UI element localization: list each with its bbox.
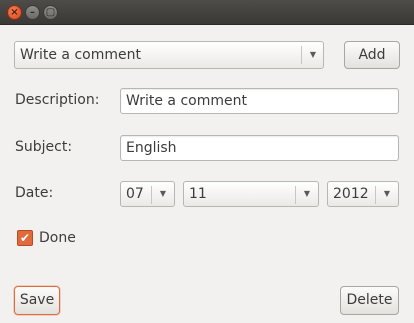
add-button[interactable]: Add — [344, 41, 400, 69]
date-label: Date: — [15, 185, 54, 201]
date-day-value: 07 — [126, 186, 144, 202]
subject-input[interactable]: English — [120, 135, 399, 161]
date-year-combo[interactable]: 2012 ▼ — [327, 181, 399, 207]
save-button[interactable]: Save — [14, 286, 60, 315]
combo-separator — [301, 46, 302, 64]
date-month-value: 11 — [189, 186, 207, 202]
chevron-down-icon: ▼ — [303, 189, 311, 198]
description-label: Description: — [15, 92, 100, 108]
description-input[interactable]: Write a comment — [120, 88, 399, 114]
subject-label: Subject: — [15, 139, 73, 155]
done-label[interactable]: Done — [39, 230, 76, 246]
date-year-value: 2012 — [333, 186, 369, 202]
description-value: Write a comment — [126, 93, 247, 109]
comment-combo-value: Write a comment — [20, 47, 141, 63]
combo-separator — [151, 186, 152, 204]
subject-value: English — [126, 140, 177, 156]
date-day-combo[interactable]: 07 ▼ — [120, 181, 175, 207]
combo-separator — [375, 186, 376, 204]
window-close-icon[interactable]: × — [7, 5, 22, 20]
window-minimize-icon[interactable]: – — [25, 5, 40, 20]
title-bar: × – ▢ — [0, 0, 414, 25]
window-maximize-icon[interactable]: ▢ — [43, 5, 58, 20]
done-checkbox[interactable]: ✔ — [17, 230, 33, 246]
chevron-down-icon: ▼ — [383, 189, 391, 198]
combo-separator — [295, 186, 296, 204]
date-month-combo[interactable]: 11 ▼ — [183, 181, 319, 207]
chevron-down-icon: ▼ — [309, 50, 317, 59]
chevron-down-icon: ▼ — [159, 189, 167, 198]
delete-button[interactable]: Delete — [340, 286, 399, 315]
comment-combo[interactable]: Write a comment ▼ — [14, 41, 324, 69]
